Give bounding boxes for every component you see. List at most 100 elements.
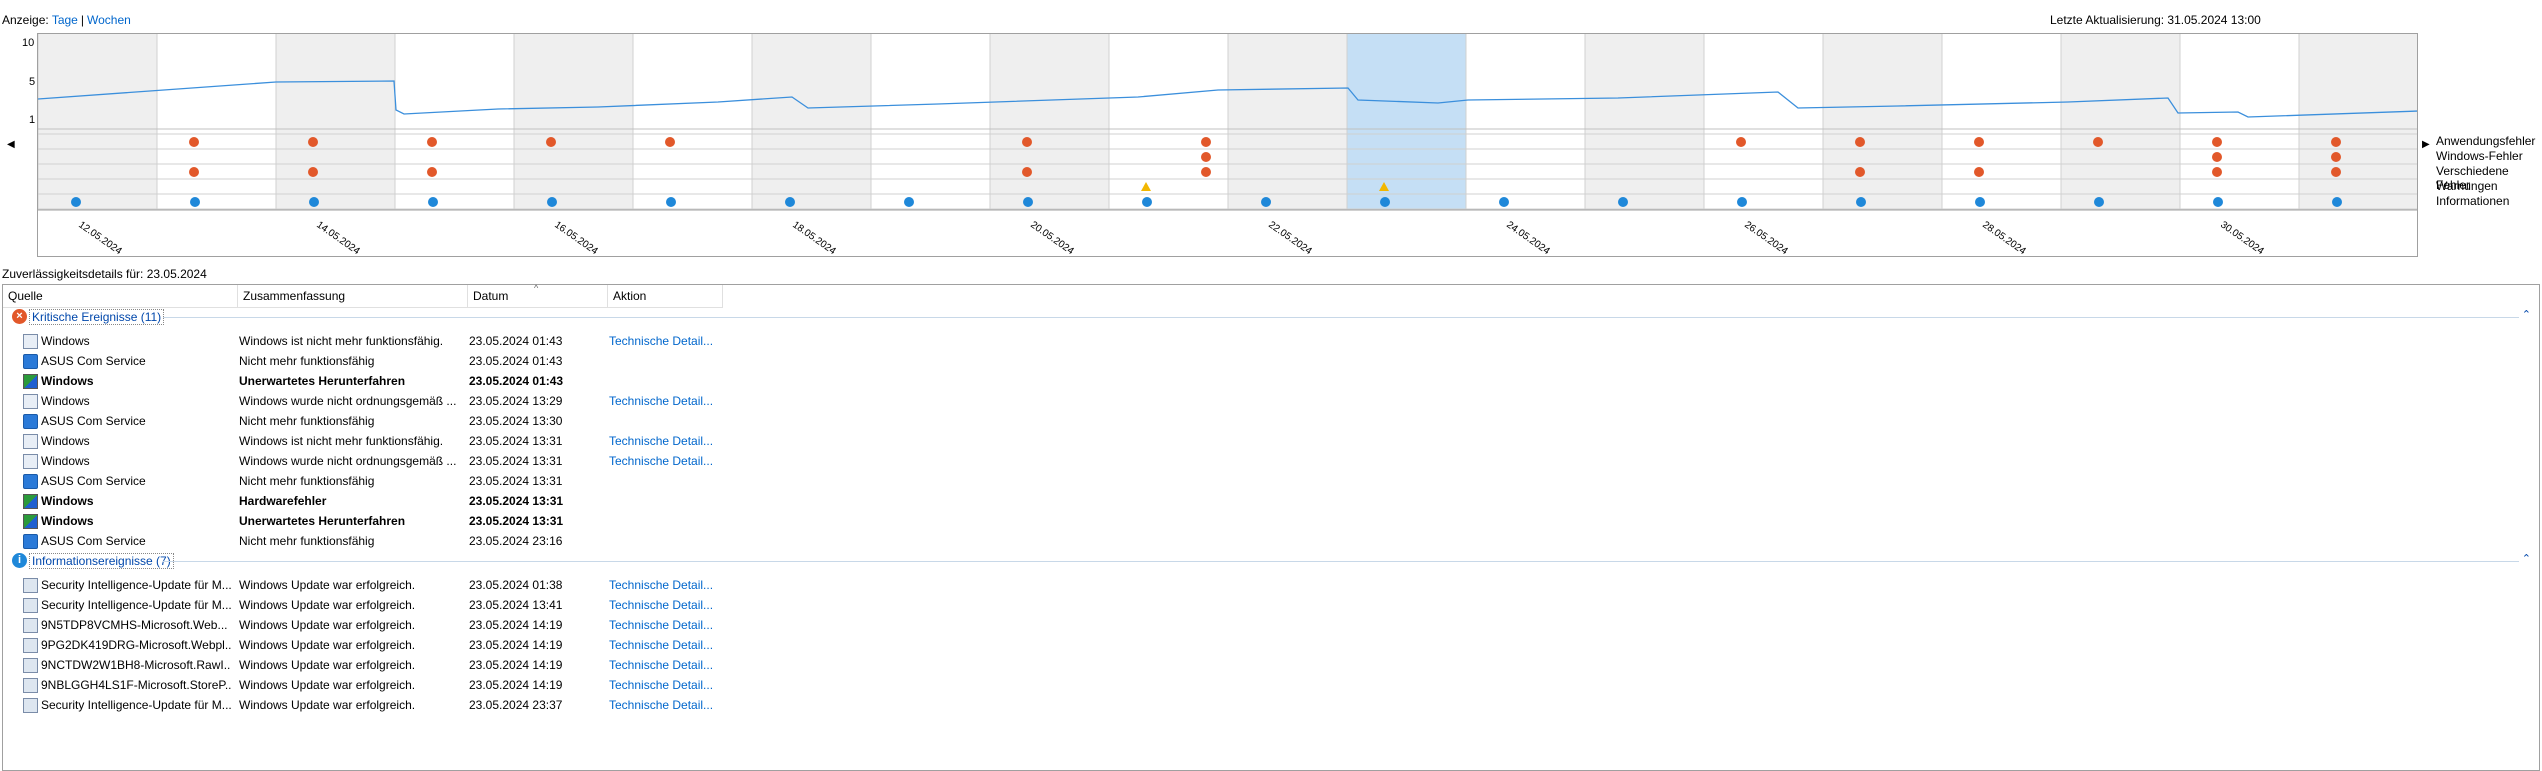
day-column[interactable] xyxy=(1942,34,2061,210)
column-header-date[interactable]: Datum ^ xyxy=(468,283,608,308)
info-marker-icon[interactable] xyxy=(547,197,557,207)
table-row[interactable]: ASUS Com Service Nicht mehr funktionsfähi… xyxy=(3,531,803,551)
technical-details-link[interactable]: Technische Detail... xyxy=(609,658,729,672)
column-header-source[interactable]: Quelle xyxy=(3,285,238,308)
error-marker-icon[interactable] xyxy=(2331,152,2341,162)
error-marker-icon[interactable] xyxy=(1201,152,1211,162)
day-column[interactable] xyxy=(1347,34,1466,210)
info-marker-icon[interactable] xyxy=(1618,197,1628,207)
error-marker-icon[interactable] xyxy=(2212,152,2222,162)
day-column[interactable] xyxy=(752,34,871,210)
error-marker-icon[interactable] xyxy=(1022,167,1032,177)
error-marker-icon[interactable] xyxy=(1974,137,1984,147)
technical-details-link[interactable]: Technische Detail... xyxy=(609,598,729,612)
group-label[interactable]: Kritische Ereignisse (11) xyxy=(29,309,165,325)
column-header-summary[interactable]: Zusammenfassung xyxy=(238,285,468,308)
info-marker-icon[interactable] xyxy=(2332,197,2342,207)
day-column[interactable] xyxy=(633,34,752,210)
table-row[interactable]: Security Intelligence-Update für M... Win… xyxy=(3,595,803,615)
error-marker-icon[interactable] xyxy=(308,137,318,147)
day-column[interactable] xyxy=(1466,34,1585,210)
table-row[interactable]: 9PG2DK419DRG-Microsoft.Webpl... Windows U… xyxy=(3,635,803,655)
group-label[interactable]: Informationsereignisse (7) xyxy=(29,553,174,569)
error-marker-icon[interactable] xyxy=(308,167,318,177)
collapse-chevron-icon[interactable]: ⌃ xyxy=(2522,552,2531,565)
table-row[interactable]: 9N5TDP8VCMHS-Microsoft.Web... Windows Upd… xyxy=(3,615,803,635)
table-row[interactable]: Security Intelligence-Update für M... Win… xyxy=(3,575,803,595)
info-marker-icon[interactable] xyxy=(1499,197,1509,207)
info-marker-icon[interactable] xyxy=(666,197,676,207)
table-row[interactable]: Windows Windows wurde nicht ordnungsgemäß… xyxy=(3,451,803,471)
day-column[interactable] xyxy=(990,34,1109,210)
day-column[interactable] xyxy=(1585,34,1704,210)
collapse-chevron-icon[interactable]: ⌃ xyxy=(2522,308,2531,321)
technical-details-link[interactable]: Technische Detail... xyxy=(609,578,729,592)
error-marker-icon[interactable] xyxy=(2331,137,2341,147)
info-marker-icon[interactable] xyxy=(1975,197,1985,207)
day-column[interactable] xyxy=(1704,34,1823,210)
error-marker-icon[interactable] xyxy=(665,137,675,147)
day-column[interactable] xyxy=(2180,34,2299,210)
info-marker-icon[interactable] xyxy=(904,197,914,207)
info-marker-icon[interactable] xyxy=(2213,197,2223,207)
technical-details-link[interactable]: Technische Detail... xyxy=(609,454,729,468)
info-marker-icon[interactable] xyxy=(785,197,795,207)
error-marker-icon[interactable] xyxy=(1201,167,1211,177)
day-column[interactable] xyxy=(395,34,514,210)
error-marker-icon[interactable] xyxy=(2212,167,2222,177)
day-column[interactable] xyxy=(1109,34,1228,210)
technical-details-link[interactable]: Technische Detail... xyxy=(609,618,729,632)
day-column[interactable] xyxy=(2061,34,2180,210)
info-marker-icon[interactable] xyxy=(1737,197,1747,207)
day-column[interactable] xyxy=(38,34,157,210)
error-marker-icon[interactable] xyxy=(1974,167,1984,177)
error-marker-icon[interactable] xyxy=(2331,167,2341,177)
technical-details-link[interactable]: Technische Detail... xyxy=(609,394,729,408)
info-marker-icon[interactable] xyxy=(1142,197,1152,207)
technical-details-link[interactable]: Technische Detail... xyxy=(609,334,729,348)
error-marker-icon[interactable] xyxy=(189,137,199,147)
group-information-events[interactable]: i Informationsereignisse (7) ⌃ xyxy=(3,552,2539,570)
table-row[interactable]: 9NCTDW2W1BH8-Microsoft.RawI... Windows Up… xyxy=(3,655,803,675)
error-marker-icon[interactable] xyxy=(427,167,437,177)
technical-details-link[interactable]: Technische Detail... xyxy=(609,638,729,652)
info-marker-icon[interactable] xyxy=(309,197,319,207)
technical-details-link[interactable]: Technische Detail... xyxy=(609,678,729,692)
error-marker-icon[interactable] xyxy=(189,167,199,177)
table-row[interactable]: Windows Windows wurde nicht ordnungsgemäß… xyxy=(3,391,803,411)
table-row[interactable]: Windows Windows ist nicht mehr funktionsf… xyxy=(3,431,803,451)
error-marker-icon[interactable] xyxy=(1201,137,1211,147)
error-marker-icon[interactable] xyxy=(1022,137,1032,147)
table-row[interactable]: ASUS Com Service Nicht mehr funktionsfähi… xyxy=(3,471,803,491)
table-row[interactable]: ASUS Com Service Nicht mehr funktionsfähi… xyxy=(3,351,803,371)
error-marker-icon[interactable] xyxy=(2212,137,2222,147)
table-row[interactable]: 9NBLGGH4LS1F-Microsoft.StoreP... Windows … xyxy=(3,675,803,695)
info-marker-icon[interactable] xyxy=(190,197,200,207)
table-row[interactable]: Windows Unerwartetes Herunterfahren 23.05.… xyxy=(3,371,803,391)
day-column[interactable] xyxy=(514,34,633,210)
reliability-chart[interactable]: 12.05.2024 14.05.2024 16.05.2024 18.05.2024… xyxy=(37,33,2418,257)
day-column[interactable] xyxy=(2299,34,2418,210)
info-marker-icon[interactable] xyxy=(428,197,438,207)
error-marker-icon[interactable] xyxy=(1855,167,1865,177)
error-marker-icon[interactable] xyxy=(1855,137,1865,147)
group-critical-events[interactable]: × Kritische Ereignisse (11) ⌃ xyxy=(3,308,2539,326)
technical-details-link[interactable]: Technische Detail... xyxy=(609,434,729,448)
info-marker-icon[interactable] xyxy=(1380,197,1390,207)
table-row[interactable]: Windows Hardwarefehler 23.05.2024 13:31 xyxy=(3,491,803,511)
info-marker-icon[interactable] xyxy=(1023,197,1033,207)
table-row[interactable]: Windows Windows ist nicht mehr funktionsf… xyxy=(3,331,803,351)
table-row[interactable]: Windows Unerwartetes Herunterfahren 23.05.… xyxy=(3,511,803,531)
scroll-right-arrow-icon[interactable]: ▶ xyxy=(2422,139,2430,150)
day-column[interactable] xyxy=(276,34,395,210)
info-marker-icon[interactable] xyxy=(71,197,81,207)
technical-details-link[interactable]: Technische Detail... xyxy=(609,698,729,712)
column-header-action[interactable]: Aktion xyxy=(608,285,723,308)
view-days-link[interactable]: Tage xyxy=(52,13,78,27)
info-marker-icon[interactable] xyxy=(2094,197,2104,207)
info-marker-icon[interactable] xyxy=(1261,197,1271,207)
reliability-chart-svg[interactable]: 12.05.2024 14.05.2024 16.05.2024 18.05.2024… xyxy=(38,34,2418,257)
table-row[interactable]: ASUS Com Service Nicht mehr funktionsfähi… xyxy=(3,411,803,431)
scroll-left-arrow-icon[interactable]: ◀ xyxy=(7,139,15,150)
info-marker-icon[interactable] xyxy=(1856,197,1866,207)
